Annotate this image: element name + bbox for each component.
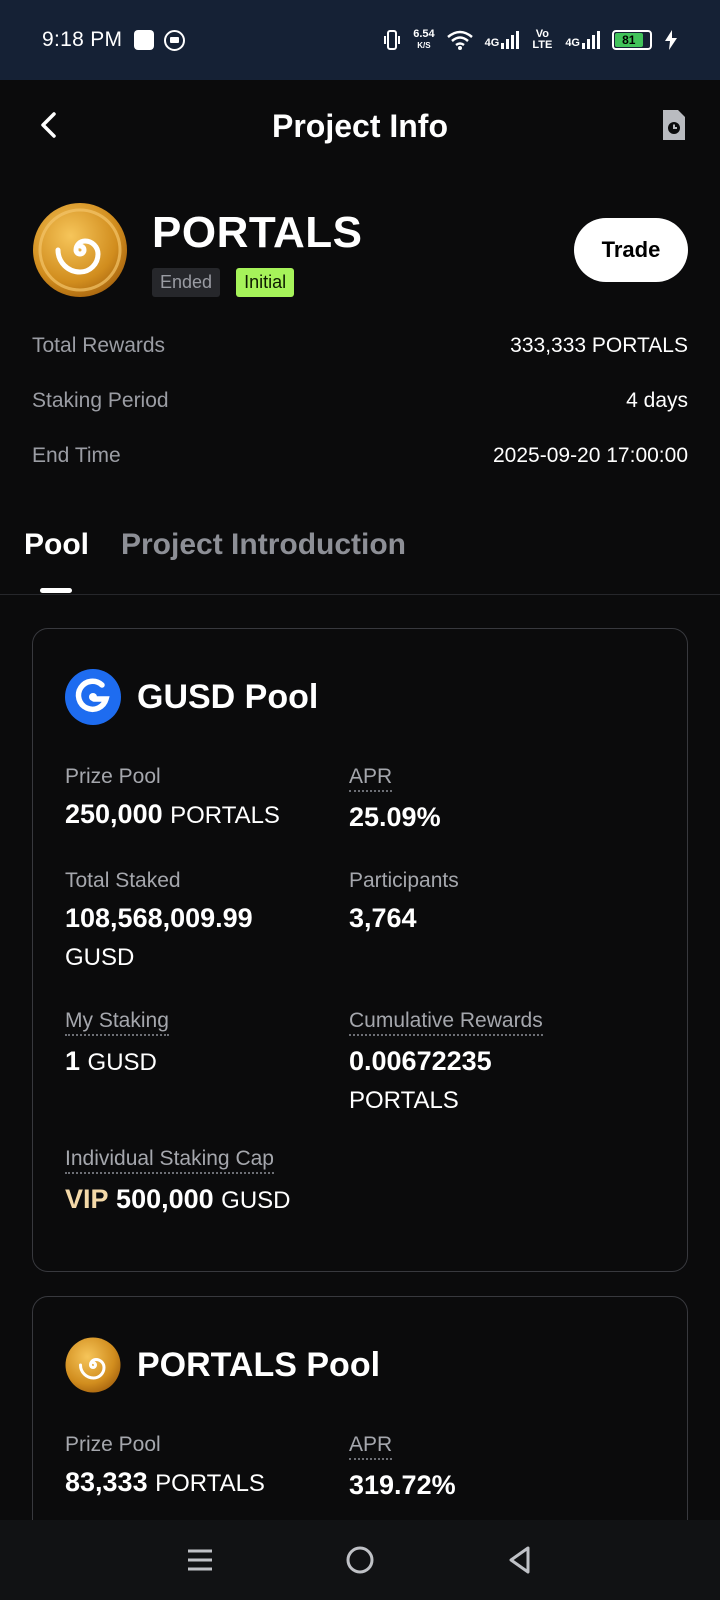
trade-button[interactable]: Trade [574, 218, 688, 282]
status-badge: Ended [152, 268, 221, 297]
app-header: Project Info [0, 80, 720, 172]
page-title: Project Info [271, 107, 448, 144]
type-badge: Initial [236, 268, 295, 297]
gusd-logo [65, 669, 121, 725]
menu-icon[interactable] [180, 1540, 220, 1580]
signal-1: 4G [485, 31, 520, 49]
project-name: PORTALS [152, 208, 363, 257]
divider [0, 594, 720, 595]
system-nav-bar [0, 1520, 720, 1600]
back-nav-icon[interactable] [500, 1540, 540, 1580]
cumulative-rewards-field[interactable]: Cumulative Rewards 0.00672235 PORTALS [349, 1009, 609, 1120]
my-staking-field[interactable]: My Staking 1 GUSD [65, 1009, 169, 1082]
battery-icon: 81 [612, 30, 652, 50]
net-speed: 6.54 K/S [413, 28, 435, 51]
staking-cap-field[interactable]: Individual Staking Cap VIP 500,000 GUSD [65, 1147, 291, 1220]
vibrate-icon [384, 30, 401, 50]
pool-card-portals: PORTALS Pool Prize Pool 83,333 PORTALS A… [32, 1296, 688, 1556]
vip-label: VIP [65, 1184, 109, 1214]
status-bar: 9:18 PM 6.54 K/S 4G Vo LTE 4G 81 [0, 0, 720, 80]
notification-icon [134, 30, 155, 50]
portals-logo [33, 203, 127, 297]
info-row-end-time: End Time 2025-09-20 17:00:00 [32, 444, 688, 467]
info-row-total-rewards: Total Rewards 333,333 PORTALS [32, 334, 688, 357]
prize-pool-field: Prize Pool 250,000 PORTALS [65, 765, 280, 829]
history-icon[interactable] [660, 108, 688, 142]
home-icon[interactable] [340, 1540, 380, 1580]
back-icon[interactable] [34, 108, 64, 142]
pool-title: PORTALS Pool [137, 1345, 381, 1384]
signal-2: 4G [565, 31, 600, 49]
tab-pool[interactable]: Pool [24, 528, 89, 562]
charging-icon [665, 30, 677, 50]
volte-icon: Vo LTE [532, 28, 553, 51]
status-time: 9:18 PM [42, 28, 123, 51]
apr-field[interactable]: APR 319.72% [349, 1433, 456, 1504]
prize-pool-field: Prize Pool 83,333 PORTALS [65, 1433, 265, 1497]
portals-logo [65, 1337, 121, 1393]
total-staked-field: Total Staked 108,568,009.99 GUSD [65, 869, 253, 971]
pool-card-gusd: GUSD Pool Prize Pool 250,000 PORTALS APR… [32, 628, 688, 1272]
tab-bar: Pool Project Introduction [24, 528, 406, 562]
tab-project-introduction[interactable]: Project Introduction [121, 528, 406, 562]
info-row-staking-period: Staking Period 4 days [32, 389, 688, 412]
apr-field[interactable]: APR 25.09% [349, 765, 441, 836]
wifi-icon [446, 30, 473, 50]
tab-indicator [40, 588, 72, 593]
screen-record-icon [164, 29, 186, 51]
pool-title: GUSD Pool [137, 677, 319, 716]
participants-field: Participants 3,764 [349, 869, 459, 933]
